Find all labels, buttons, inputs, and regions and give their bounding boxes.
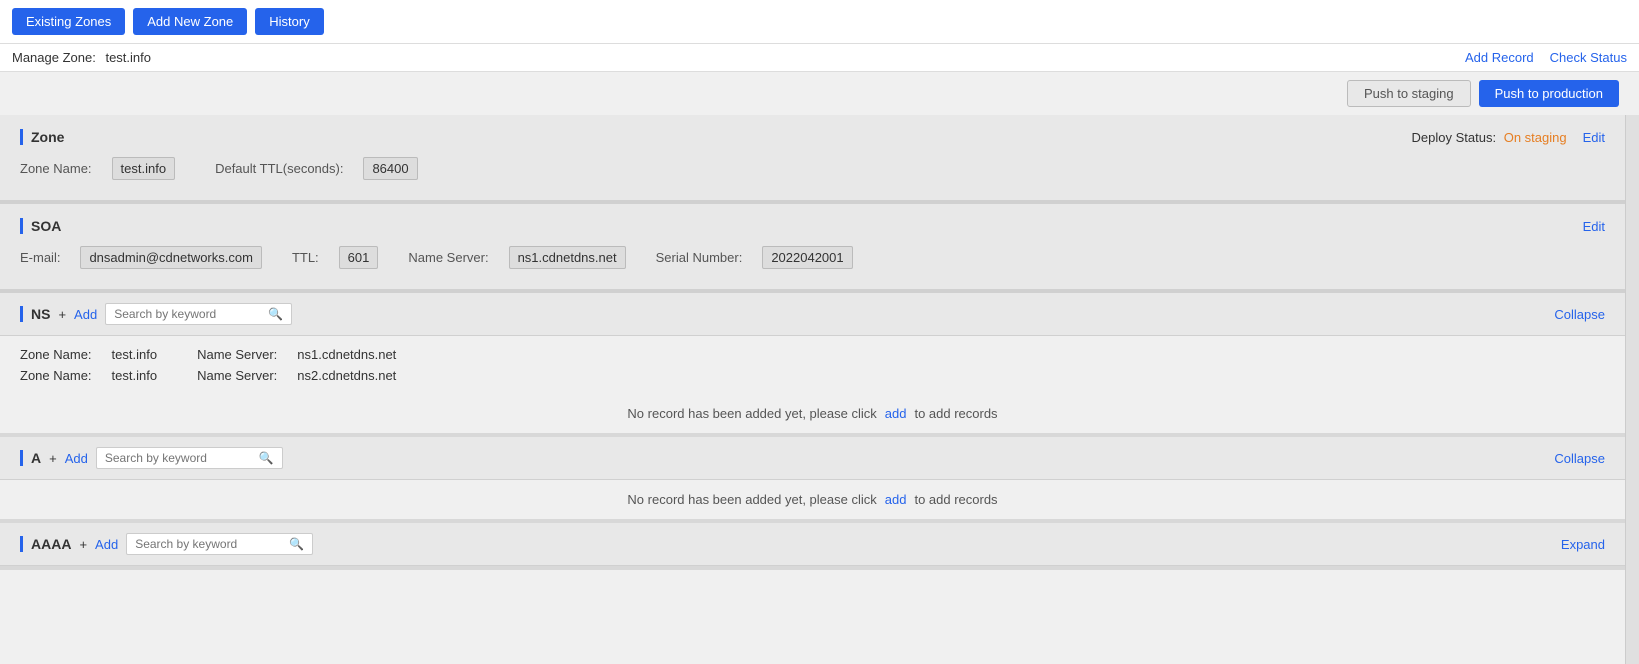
aaaa-search-icon: 🔍 xyxy=(289,537,304,551)
a-section: A + Add 🔍 Collapse No record has been ad… xyxy=(0,437,1625,523)
check-status-link[interactable]: Check Status xyxy=(1550,50,1627,65)
a-type-label: A xyxy=(20,450,41,466)
a-add-link[interactable]: Add xyxy=(65,451,88,466)
zone-name-label: Zone Name: xyxy=(20,161,92,176)
aaaa-expand-link[interactable]: Expand xyxy=(1561,537,1605,552)
soa-ttl-label: TTL: xyxy=(292,250,319,265)
soa-section: SOA Edit E-mail: dnsadmin@cdnetworks.com… xyxy=(0,204,1625,293)
ns-search-box: 🔍 xyxy=(105,303,292,325)
deploy-status-label: Deploy Status: On staging xyxy=(1412,130,1567,145)
a-no-record-add-link[interactable]: add xyxy=(885,492,907,507)
history-button[interactable]: History xyxy=(255,8,323,35)
aaaa-add-link[interactable]: Add xyxy=(95,537,118,552)
ns-type-label: NS xyxy=(20,306,50,322)
soa-serial-label: Serial Number: xyxy=(656,250,743,265)
a-no-record-msg: No record has been added yet, please cli… xyxy=(0,480,1625,519)
zone-section-title: Zone xyxy=(20,129,64,145)
soa-fields: E-mail: dnsadmin@cdnetworks.com TTL: 601… xyxy=(20,246,1605,269)
push-bar: Push to staging Push to production xyxy=(0,72,1639,115)
aaaa-search-box: 🔍 xyxy=(126,533,313,555)
default-ttl-label: Default TTL(seconds): xyxy=(215,161,343,176)
scrollbar-track[interactable] xyxy=(1625,115,1639,664)
a-plus: + xyxy=(49,451,57,466)
push-to-staging-button[interactable]: Push to staging xyxy=(1347,80,1471,107)
zone-name-value: test.info xyxy=(112,157,176,180)
soa-section-header: SOA Edit xyxy=(20,218,1605,234)
default-ttl-value: 86400 xyxy=(363,157,417,180)
manage-zone-label-area: Manage Zone: test.info xyxy=(12,50,151,65)
aaaa-search-input[interactable] xyxy=(135,537,285,551)
ns-record-row-1: Zone Name: test.info Name Server: ns1.cd… xyxy=(20,344,1605,365)
zone-section-right: Deploy Status: On staging Edit xyxy=(1412,130,1605,145)
ns-record-2-zone-label: Zone Name: xyxy=(20,368,92,383)
ns-no-record-suffix: to add records xyxy=(914,406,997,421)
ns-record-2-zone-value: test.info xyxy=(112,368,158,383)
add-record-link[interactable]: Add Record xyxy=(1465,50,1534,65)
ns-search-input[interactable] xyxy=(114,307,264,321)
a-collapse-link[interactable]: Collapse xyxy=(1554,451,1605,466)
a-search-icon: 🔍 xyxy=(259,451,274,465)
ns-record-1-zone-value: test.info xyxy=(112,347,158,362)
scroll-area[interactable]: Zone Deploy Status: On staging Edit Zone… xyxy=(0,115,1625,664)
toolbar: Existing Zones Add New Zone History xyxy=(0,0,1639,44)
ns-section: NS + Add 🔍 Collapse Zone Name: test.info… xyxy=(0,293,1625,437)
manage-zone-label: Manage Zone: xyxy=(12,50,96,65)
a-no-record-prefix: No record has been added yet, please cli… xyxy=(627,492,876,507)
ns-add-link[interactable]: Add xyxy=(74,307,97,322)
a-search-input[interactable] xyxy=(105,451,255,465)
ns-no-record-msg: No record has been added yet, please cli… xyxy=(0,394,1625,433)
ns-records: Zone Name: test.info Name Server: ns1.cd… xyxy=(0,336,1625,394)
ns-record-1-ns-label: Name Server: xyxy=(197,347,277,362)
main-content: Zone Deploy Status: On staging Edit Zone… xyxy=(0,115,1639,664)
add-new-zone-button[interactable]: Add New Zone xyxy=(133,8,247,35)
soa-email-value: dnsadmin@cdnetworks.com xyxy=(80,246,261,269)
manage-zone-name: test.info xyxy=(105,50,151,65)
ns-record-row-2: Zone Name: test.info Name Server: ns2.cd… xyxy=(20,365,1605,386)
zone-section-header: Zone Deploy Status: On staging Edit xyxy=(20,129,1605,145)
ns-search-icon: 🔍 xyxy=(268,307,283,321)
soa-edit-link[interactable]: Edit xyxy=(1583,219,1605,234)
manage-zone-links: Add Record Check Status xyxy=(1465,50,1627,65)
aaaa-type-label: AAAA xyxy=(20,536,71,552)
soa-email-label: E-mail: xyxy=(20,250,60,265)
ns-record-2-ns-label: Name Server: xyxy=(197,368,277,383)
zone-edit-link[interactable]: Edit xyxy=(1583,130,1605,145)
soa-nameserver-label: Name Server: xyxy=(408,250,488,265)
aaaa-section-left: AAAA + Add 🔍 xyxy=(20,533,313,555)
soa-nameserver-value: ns1.cdnetdns.net xyxy=(509,246,626,269)
push-to-production-button[interactable]: Push to production xyxy=(1479,80,1619,107)
soa-section-title: SOA xyxy=(20,218,61,234)
ns-section-left: NS + Add 🔍 xyxy=(20,303,292,325)
ns-section-header: NS + Add 🔍 Collapse xyxy=(0,293,1625,336)
deploy-status-value: On staging xyxy=(1504,130,1567,145)
existing-zones-button[interactable]: Existing Zones xyxy=(12,8,125,35)
a-section-header: A + Add 🔍 Collapse xyxy=(0,437,1625,480)
soa-ttl-value: 601 xyxy=(339,246,379,269)
zone-section: Zone Deploy Status: On staging Edit Zone… xyxy=(0,115,1625,204)
ns-no-record-add-link[interactable]: add xyxy=(885,406,907,421)
a-no-record-suffix: to add records xyxy=(914,492,997,507)
soa-serial-value: 2022042001 xyxy=(762,246,852,269)
ns-plus: + xyxy=(58,307,66,322)
manage-zone-bar: Manage Zone: test.info Add Record Check … xyxy=(0,44,1639,72)
ns-record-1-ns-value: ns1.cdnetdns.net xyxy=(297,347,396,362)
ns-no-record-prefix: No record has been added yet, please cli… xyxy=(627,406,876,421)
zone-fields: Zone Name: test.info Default TTL(seconds… xyxy=(20,157,1605,180)
soa-section-right: Edit xyxy=(1583,219,1605,234)
aaaa-plus: + xyxy=(79,537,87,552)
ns-record-1-zone-label: Zone Name: xyxy=(20,347,92,362)
aaaa-section: AAAA + Add 🔍 Expand xyxy=(0,523,1625,570)
aaaa-section-header: AAAA + Add 🔍 Expand xyxy=(0,523,1625,566)
a-search-box: 🔍 xyxy=(96,447,283,469)
ns-collapse-link[interactable]: Collapse xyxy=(1554,307,1605,322)
ns-record-2-ns-value: ns2.cdnetdns.net xyxy=(297,368,396,383)
a-section-left: A + Add 🔍 xyxy=(20,447,283,469)
